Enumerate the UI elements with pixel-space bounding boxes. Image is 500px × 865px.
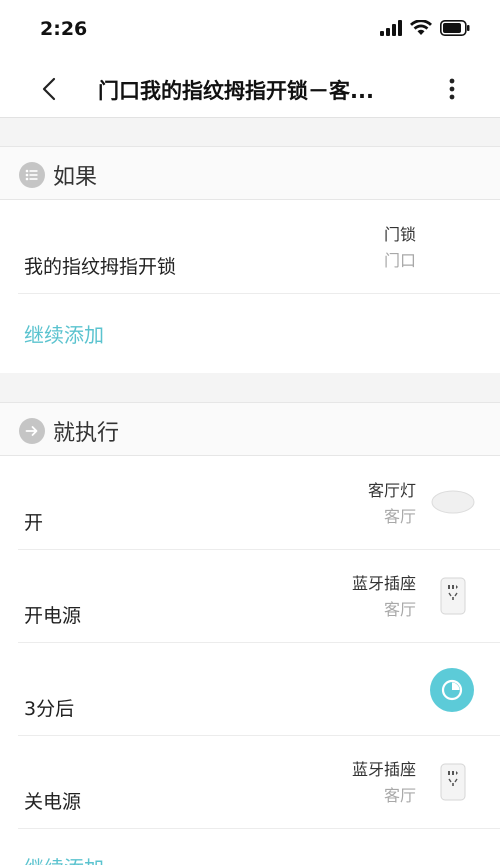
device-room: 客厅 bbox=[383, 786, 416, 805]
device-name: 客厅灯 bbox=[367, 481, 416, 500]
status-bar: 2:26 bbox=[0, 0, 500, 58]
wifi-icon bbox=[410, 20, 432, 35]
device-room: 门口 bbox=[383, 251, 416, 270]
power-socket-icon bbox=[440, 763, 466, 805]
action-row[interactable]: 3分后 bbox=[0, 642, 500, 735]
condition-device: 门锁 门口 bbox=[384, 224, 416, 272]
condition-label: 我的指纹拇指开锁 bbox=[24, 256, 177, 278]
action-label: 开 bbox=[24, 512, 44, 534]
list-icon bbox=[19, 162, 45, 188]
then-add-row: 继续添加 bbox=[0, 828, 500, 865]
power-socket-icon bbox=[440, 577, 466, 619]
device-name: 蓝牙插座 bbox=[351, 574, 416, 593]
chevron-left-icon bbox=[42, 77, 56, 101]
more-button[interactable] bbox=[436, 72, 468, 106]
device-name: 蓝牙插座 bbox=[351, 760, 416, 779]
if-section-title: 如果 bbox=[53, 165, 98, 190]
action-device: 客厅灯 客厅 bbox=[368, 480, 416, 528]
then-card: 开 客厅灯 客厅 开电源 蓝牙插座 客厅 3分后 关电源 蓝牙插座 客厅 bbox=[0, 456, 500, 865]
condition-row[interactable]: 我的指纹拇指开锁 门锁 门口 bbox=[0, 200, 500, 293]
if-card: 我的指纹拇指开锁 门锁 门口 继续添加 bbox=[0, 200, 500, 373]
then-section-title: 就执行 bbox=[53, 421, 120, 446]
if-add-button[interactable]: 继续添加 bbox=[24, 319, 104, 348]
device-room: 客厅 bbox=[383, 600, 416, 619]
battery-icon bbox=[440, 20, 470, 36]
page-title: 门口我的指纹拇指开锁－客... bbox=[98, 79, 374, 103]
action-label: 开电源 bbox=[24, 605, 82, 627]
if-section-header: 如果 bbox=[0, 146, 500, 200]
action-row[interactable]: 开 客厅灯 客厅 bbox=[0, 456, 500, 549]
action-label: 关电源 bbox=[24, 791, 82, 813]
action-row[interactable]: 开电源 蓝牙插座 客厅 bbox=[0, 549, 500, 642]
ceiling-light-icon bbox=[430, 488, 476, 520]
then-add-button[interactable]: 继续添加 bbox=[24, 852, 104, 865]
arrow-right-icon bbox=[19, 418, 45, 444]
status-icons bbox=[380, 20, 470, 36]
nav-bar: 门口我的指纹拇指开锁－客... bbox=[0, 58, 500, 118]
if-add-row: 继续添加 bbox=[0, 293, 500, 373]
then-section-header: 就执行 bbox=[0, 402, 500, 456]
timer-icon bbox=[430, 668, 474, 716]
action-row[interactable]: 关电源 蓝牙插座 客厅 bbox=[0, 735, 500, 828]
action-label: 3分后 bbox=[24, 698, 75, 720]
device-room: 客厅 bbox=[383, 507, 416, 526]
back-button[interactable] bbox=[32, 72, 66, 106]
more-vertical-icon bbox=[449, 78, 455, 100]
action-device: 蓝牙插座 客厅 bbox=[352, 759, 416, 807]
status-time: 2:26 bbox=[40, 18, 88, 40]
signal-icon bbox=[380, 20, 402, 36]
action-device: 蓝牙插座 客厅 bbox=[352, 573, 416, 621]
device-name: 门锁 bbox=[383, 225, 416, 244]
